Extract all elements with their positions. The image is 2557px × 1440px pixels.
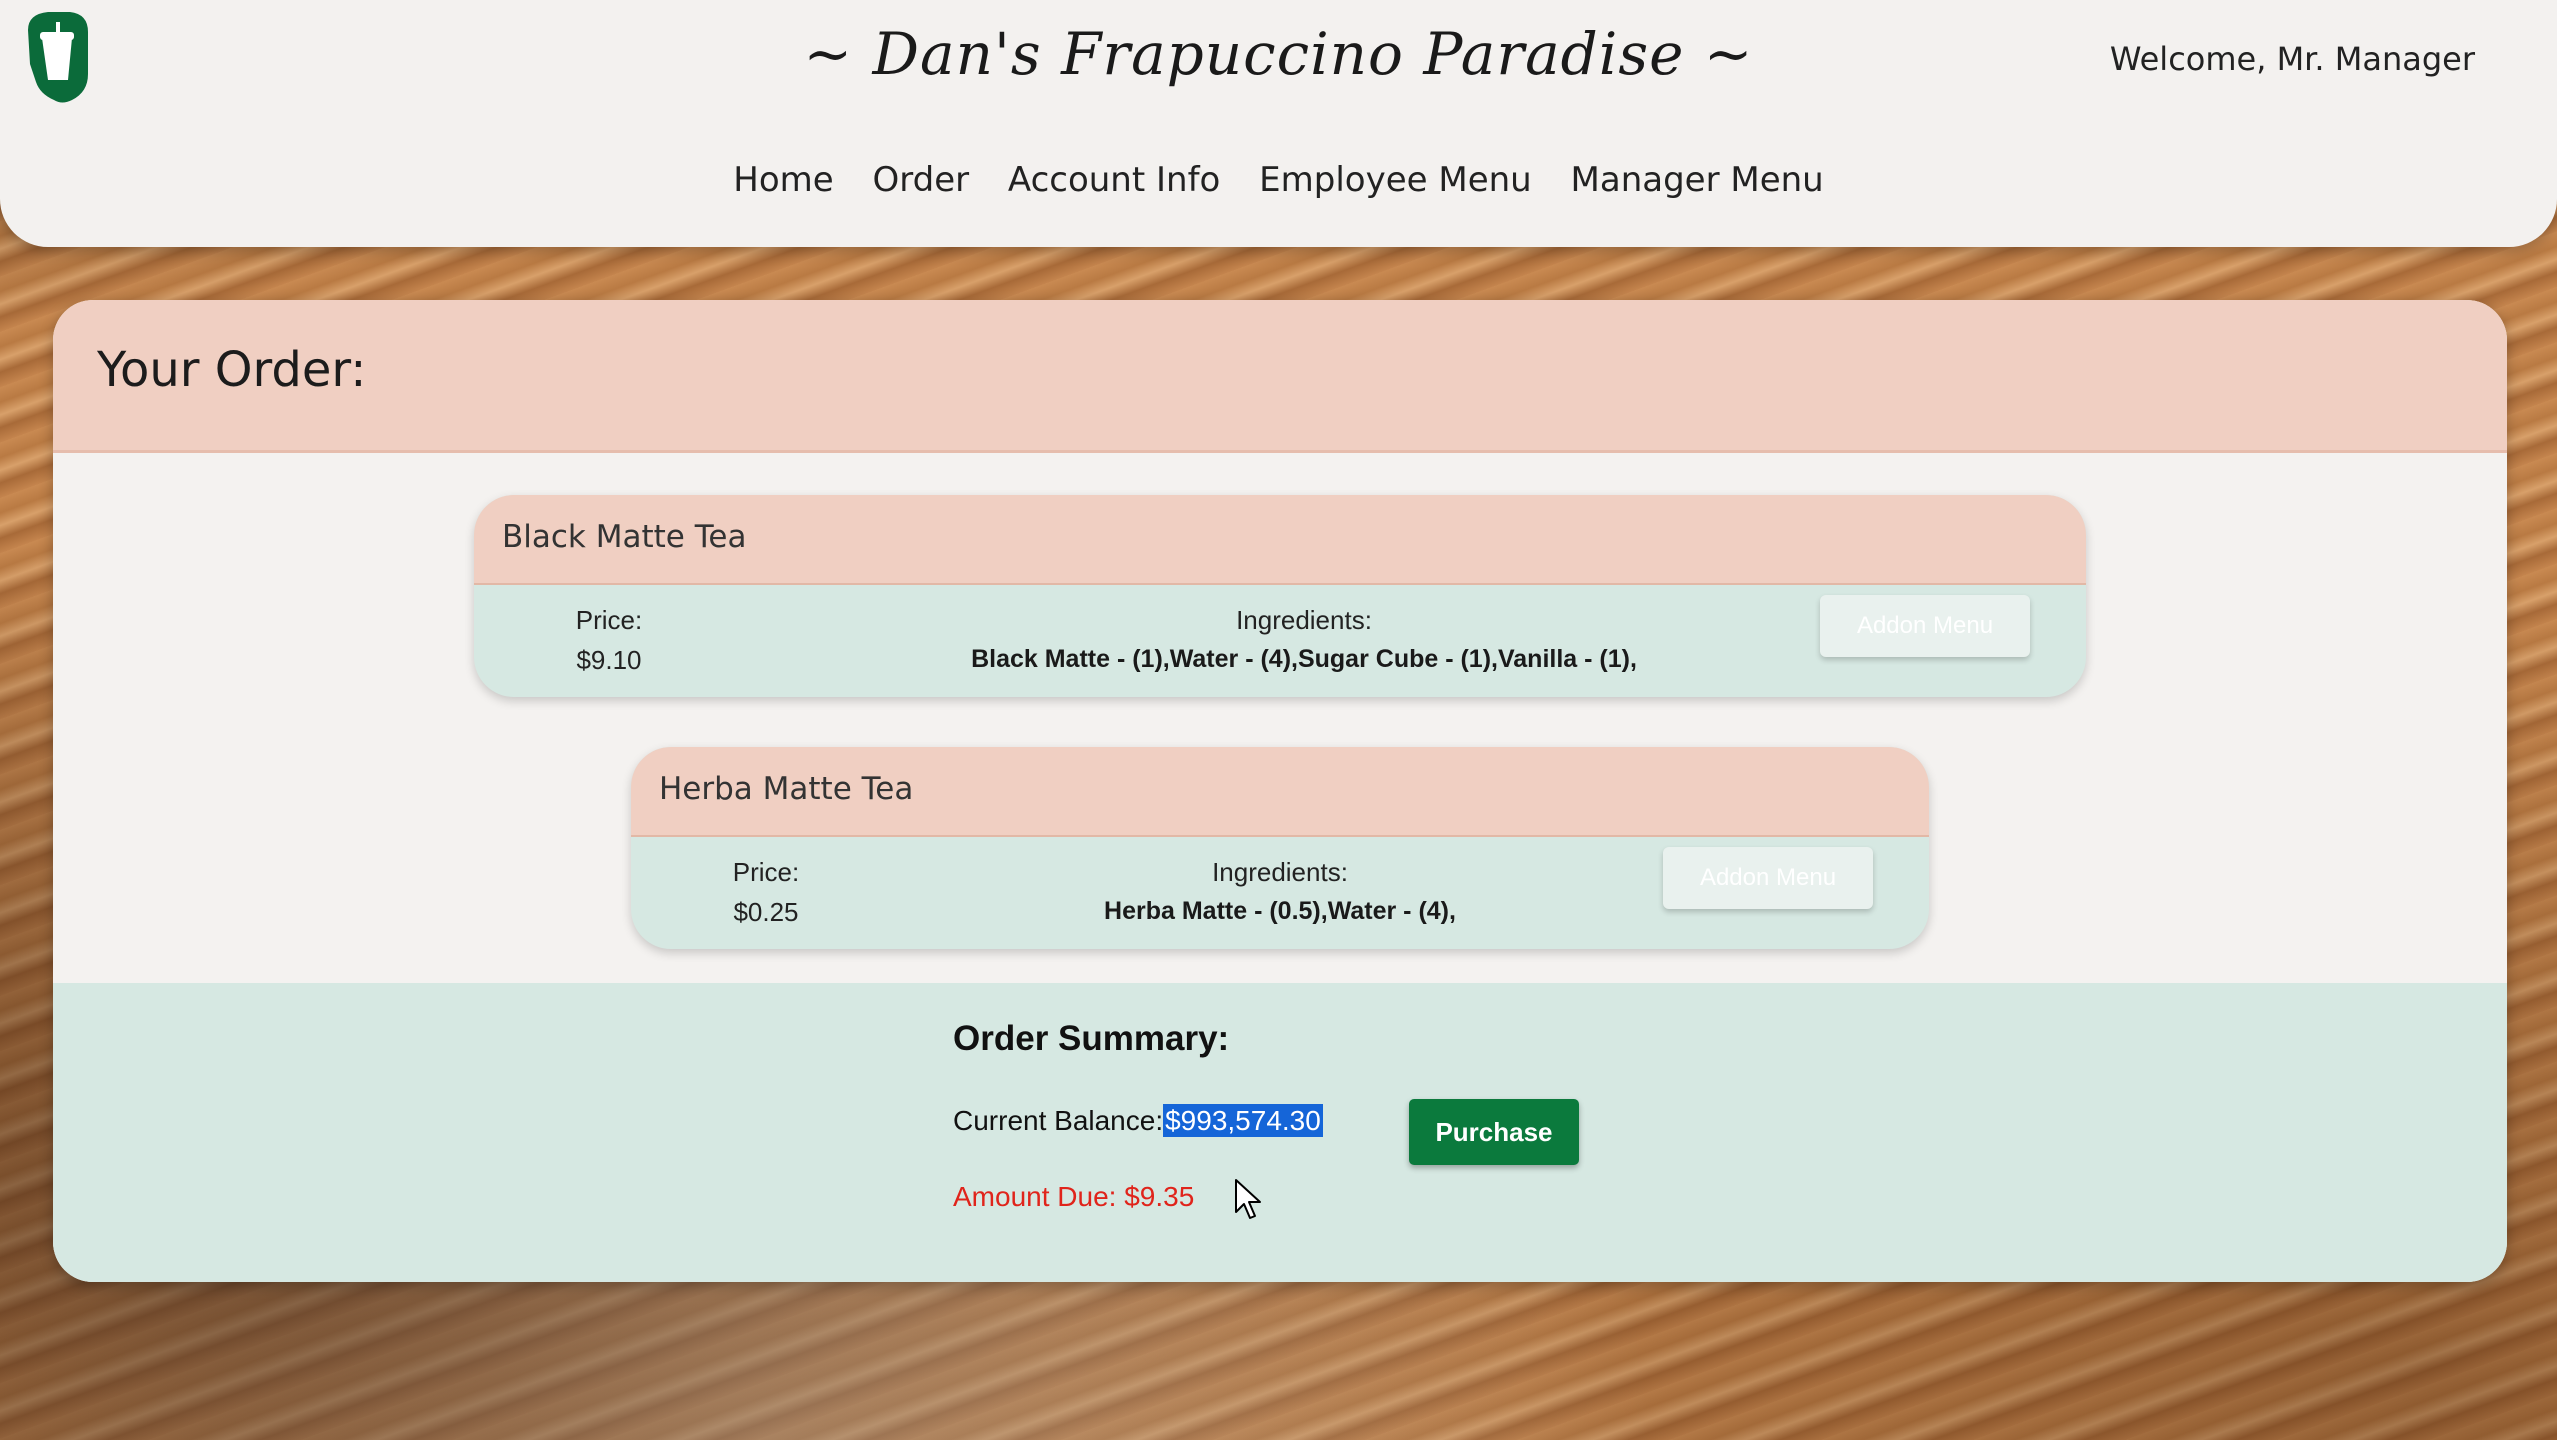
balance-label: Current Balance: bbox=[953, 1105, 1164, 1136]
order-title: Your Order: bbox=[97, 342, 367, 398]
order-item-card: Herba Matte Tea Price: $0.25 Ingredients… bbox=[631, 747, 1929, 949]
summary-title: Order Summary: bbox=[953, 1019, 1230, 1058]
order-panel: Your Order: Black Matte Tea Price: $9.10… bbox=[53, 300, 2507, 1282]
ingredients-label: Ingredients: bbox=[1212, 857, 1348, 887]
amount-due: Amount Due: $9.35 bbox=[953, 1181, 1195, 1212]
addon-menu-button[interactable]: Addon Menu bbox=[1663, 847, 1873, 909]
nav-order[interactable]: Order bbox=[872, 160, 969, 200]
item-name: Black Matte Tea bbox=[502, 519, 747, 555]
nav-home[interactable]: Home bbox=[733, 160, 833, 200]
order-item-card: Black Matte Tea Price: $9.10 Ingredients… bbox=[474, 495, 2086, 697]
order-panel-header: Your Order: bbox=[53, 300, 2507, 453]
item-name: Herba Matte Tea bbox=[659, 771, 914, 807]
nav-account-info[interactable]: Account Info bbox=[1008, 160, 1220, 200]
nav-manager-menu[interactable]: Manager Menu bbox=[1571, 160, 1824, 200]
item-price: $9.10 bbox=[576, 645, 642, 675]
item-ingredients: Black Matte - (1),Water - (4),Sugar Cube… bbox=[971, 645, 1637, 673]
item-ingredients: Herba Matte - (0.5),Water - (4), bbox=[1104, 897, 1456, 925]
price-label: Price: bbox=[575, 605, 643, 635]
mouse-cursor-icon bbox=[1234, 1178, 1264, 1222]
balance-value[interactable]: $993,574.30 bbox=[1163, 1104, 1323, 1137]
purchase-button[interactable]: Purchase bbox=[1409, 1099, 1579, 1165]
addon-menu-button[interactable]: Addon Menu bbox=[1820, 595, 2030, 657]
balance-row: Current Balance:$993,574.30 bbox=[953, 1104, 1323, 1137]
main-nav: Home Order Account Info Employee Menu Ma… bbox=[0, 160, 2557, 200]
ingredients-label: Ingredients: bbox=[1236, 605, 1372, 635]
welcome-text: Welcome, Mr. Manager bbox=[2109, 40, 2475, 78]
item-card-header: Herba Matte Tea bbox=[631, 747, 1929, 837]
nav-employee-menu[interactable]: Employee Menu bbox=[1259, 160, 1532, 200]
header-bar: ~ Dan's Frapuccino Paradise ~ Welcome, M… bbox=[0, 0, 2557, 247]
item-price: $0.25 bbox=[733, 897, 799, 927]
price-label: Price: bbox=[732, 857, 800, 887]
item-card-header: Black Matte Tea bbox=[474, 495, 2086, 585]
order-summary: Order Summary: Current Balance:$993,574.… bbox=[53, 983, 2507, 1282]
